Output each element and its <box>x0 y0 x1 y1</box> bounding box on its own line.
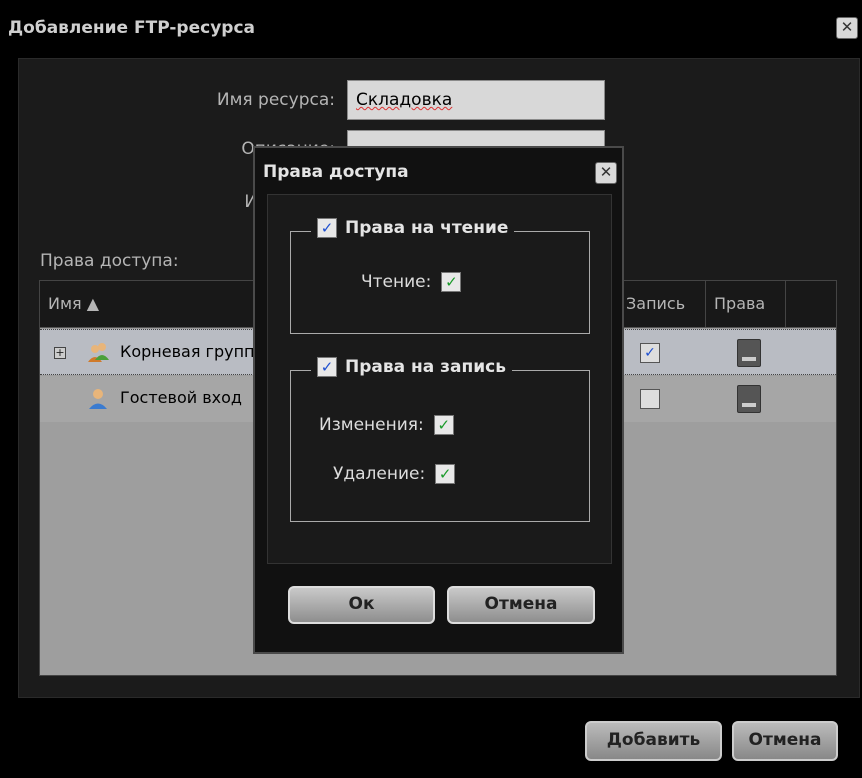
rights-icon[interactable] <box>737 385 761 413</box>
modal-close-icon[interactable]: ✕ <box>595 162 617 184</box>
add-button[interactable]: Добавить <box>585 721 722 761</box>
write-rights-label: Права на запись <box>345 357 506 377</box>
cancel-button[interactable]: Отмена <box>732 721 838 761</box>
read-rights-checkbox[interactable]: ✓ <box>317 218 337 238</box>
name-label: Имя ресурса: <box>216 90 335 110</box>
rights-icon[interactable] <box>737 339 761 367</box>
close-icon[interactable]: ✕ <box>836 17 858 39</box>
modify-permission: Изменения: ✓ <box>319 415 454 435</box>
group-icon <box>88 343 109 362</box>
read-rights-group: ✓ Права на чтение Чтение: ✓ <box>290 218 590 334</box>
row-name: Корневая группа <box>120 342 265 361</box>
column-rights-header[interactable]: Права <box>706 281 786 327</box>
dialog-titlebar: Добавление FTP-ресурса ✕ <box>0 0 862 58</box>
read-permission-label: Чтение: <box>361 272 432 292</box>
delete-permission-checkbox[interactable]: ✓ <box>435 464 456 484</box>
write-checkbox[interactable] <box>640 389 660 409</box>
user-icon <box>89 389 107 409</box>
read-permission: Чтение: ✓ <box>361 272 462 292</box>
name-input-value: Складовка <box>356 90 453 110</box>
modify-permission-label: Изменения: <box>319 415 424 435</box>
write-rights-group: ✓ Права на запись Изменения: ✓ Удаление:… <box>290 357 590 522</box>
write-rights-checkbox[interactable]: ✓ <box>317 357 337 377</box>
write-checkbox[interactable]: ✓ <box>640 343 660 363</box>
write-rights-legend: ✓ Права на запись <box>311 357 512 377</box>
modal-content: ✓ Права на чтение Чтение: ✓ ✓ Права на з… <box>267 194 612 564</box>
access-rights-label: Права доступа: <box>40 251 179 271</box>
modal-cancel-button[interactable]: Отмена <box>447 586 595 624</box>
read-rights-label: Права на чтение <box>345 218 509 238</box>
modify-permission-checkbox[interactable]: ✓ <box>433 415 454 435</box>
expand-icon[interactable]: + <box>54 347 66 359</box>
row-name: Гостевой вход <box>120 388 242 407</box>
read-permission-checkbox[interactable]: ✓ <box>441 272 462 292</box>
name-input[interactable]: Складовка <box>347 80 605 120</box>
read-rights-legend: ✓ Права на чтение <box>311 218 515 238</box>
modal-title: Права доступа <box>263 162 409 182</box>
delete-permission: Удаление: ✓ <box>333 464 456 484</box>
column-write-header[interactable]: Запись <box>618 281 706 327</box>
access-rights-modal: Права доступа ✕ ✓ Права на чтение Чтение… <box>253 146 624 654</box>
delete-permission-label: Удаление: <box>333 464 426 484</box>
dialog-title: Добавление FTP-ресурса <box>8 18 256 38</box>
ok-button[interactable]: Ок <box>288 586 435 624</box>
